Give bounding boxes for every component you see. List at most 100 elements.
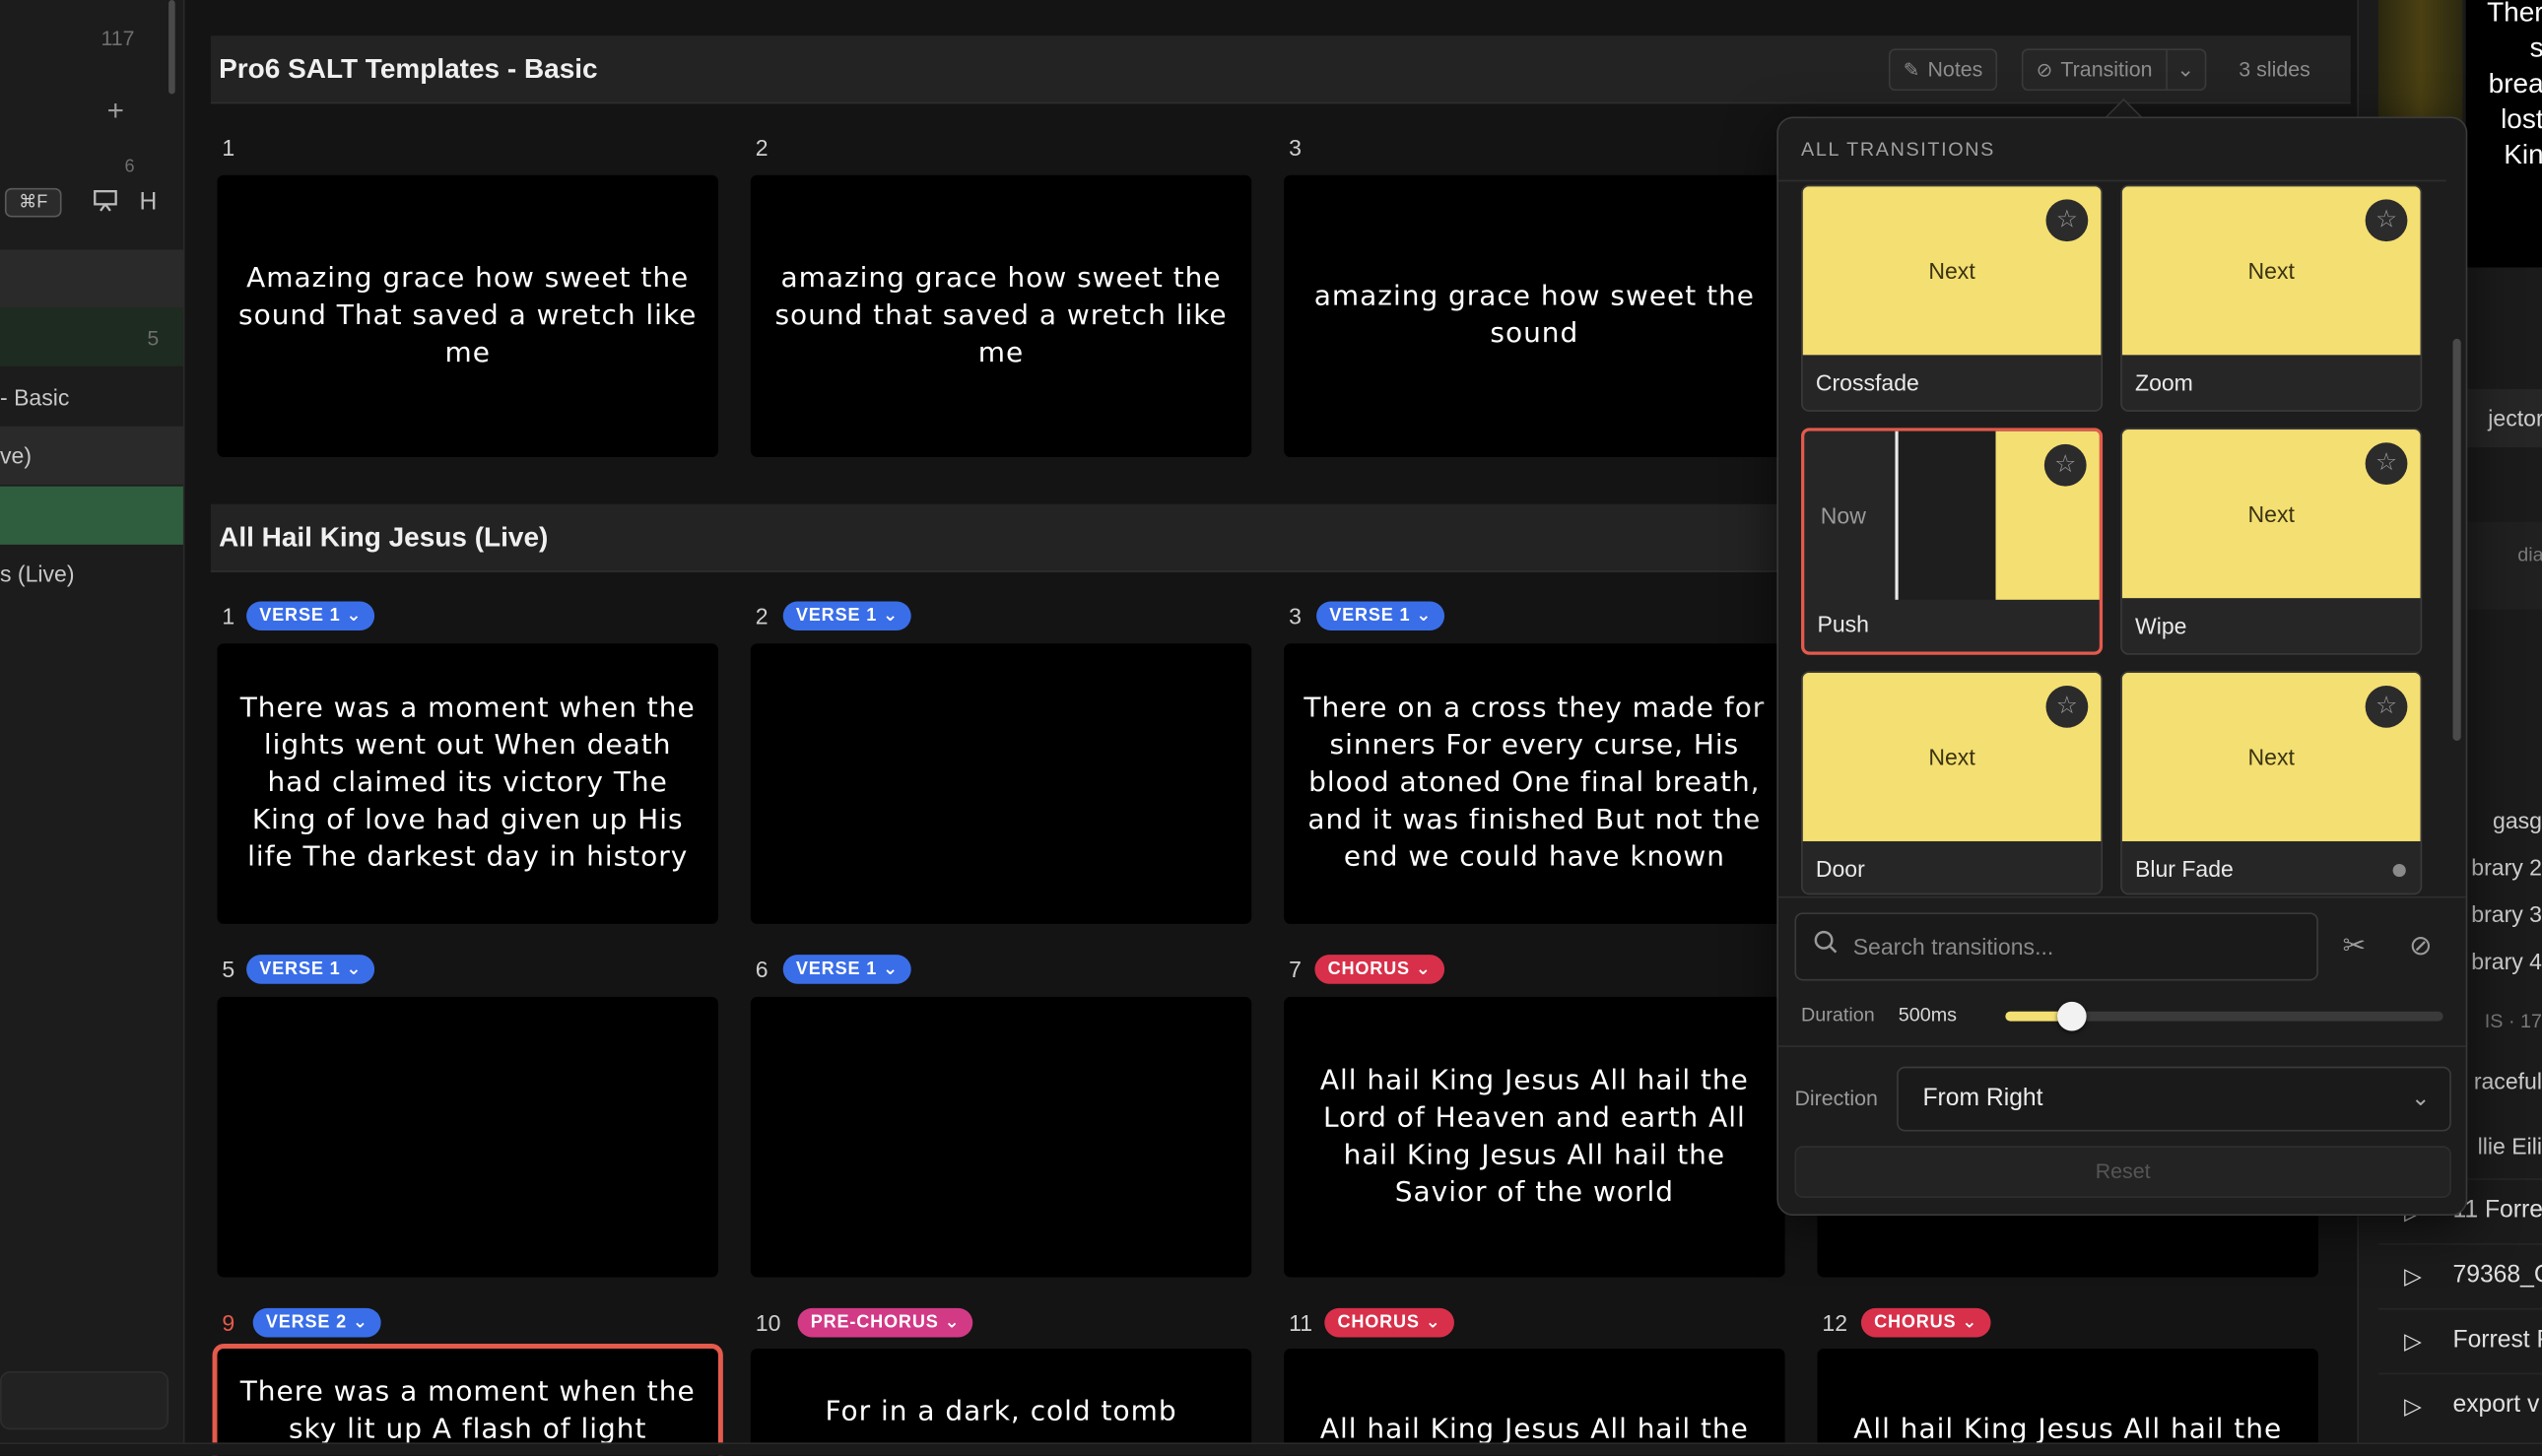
search-transitions-input[interactable]: Search transitions... xyxy=(1794,912,2318,981)
slide-text: There was a moment when the lights went … xyxy=(239,692,696,874)
sidebar-item-basic[interactable]: - Basic xyxy=(0,384,69,410)
slide[interactable]: amazing grace how sweet the sound xyxy=(1284,174,1785,458)
slide-label-badge[interactable]: VERSE 1 ⌄ xyxy=(782,601,912,631)
slide-label-badge[interactable]: CHORUS ⌄ xyxy=(1860,1307,1991,1338)
library-item[interactable]: brary 2 xyxy=(2471,854,2542,880)
media-name: Forrest F xyxy=(2452,1325,2542,1354)
scissors-icon[interactable]: ✂ xyxy=(2343,930,2366,962)
library-item[interactable]: raceful xyxy=(2474,1068,2542,1093)
sidebar-input[interactable] xyxy=(0,1371,169,1430)
slide-label-badge[interactable]: VERSE 1 ⌄ xyxy=(246,955,375,984)
transition-zoom[interactable]: Next ☆ Zoom xyxy=(2120,184,2423,412)
slide-label-badge[interactable]: CHORUS ⌄ xyxy=(1324,1307,1454,1338)
library-item[interactable]: gasg xyxy=(2493,807,2542,832)
presentation-icon[interactable] xyxy=(93,188,118,219)
h-label[interactable]: H xyxy=(140,188,158,216)
slide[interactable]: All hail King Jesus All hail the Lord of… xyxy=(1284,996,1785,1278)
search-shortcut-key[interactable]: ⌘F xyxy=(4,187,62,218)
slide-label-badge[interactable]: VERSE 1 ⌄ xyxy=(1316,601,1445,631)
sidebar-row-active[interactable] xyxy=(0,486,183,545)
star-icon[interactable]: ☆ xyxy=(2045,686,2089,728)
chevron-down-icon[interactable]: ⌄ xyxy=(2165,50,2204,90)
play-icon[interactable]: ▷ xyxy=(2404,1328,2422,1356)
divider xyxy=(1778,895,2466,898)
transition-button[interactable]: ⊘ Transition ⌄ xyxy=(2021,48,2206,92)
slide-number: 3 xyxy=(1289,603,1302,629)
slide-selected[interactable]: There was a moment when the sky lit up A… xyxy=(212,1344,723,1456)
slide-label-badge[interactable]: CHORUS ⌄ xyxy=(1314,955,1444,984)
slide[interactable]: Amazing grace how sweet the sound That s… xyxy=(217,174,718,458)
projector-label: jector xyxy=(2488,405,2542,431)
popover-scrollbar[interactable] xyxy=(2452,338,2461,741)
star-icon[interactable]: ☆ xyxy=(2365,686,2408,728)
reset-button[interactable]: Reset xyxy=(1794,1146,2451,1198)
transition-name: Wipe xyxy=(2134,612,2187,639)
slide-text: There was a moment when the sky lit up A… xyxy=(239,1375,696,1446)
preview-next-label: Next xyxy=(1928,744,1975,770)
media-row[interactable]: ▷ 79368_C xyxy=(2377,1243,2542,1308)
star-icon[interactable]: ☆ xyxy=(2043,443,2087,487)
play-icon[interactable]: ▷ xyxy=(2404,1263,2422,1291)
slide[interactable]: There was a moment when the lights went … xyxy=(217,643,718,924)
notes-label: Notes xyxy=(1927,56,1983,82)
slide[interactable] xyxy=(217,996,718,1278)
star-icon[interactable]: ☆ xyxy=(2045,199,2089,242)
sidebar-row-count: 5 xyxy=(147,325,160,351)
slide[interactable]: For in a dark, cold tomb xyxy=(750,1348,1252,1456)
slide[interactable]: All hail King Jesus All hail the xyxy=(1817,1348,2318,1456)
notes-icon: ✎ xyxy=(1903,58,1920,82)
star-icon[interactable]: ☆ xyxy=(2365,199,2408,242)
sidebar-item-live-2[interactable]: s (Live) xyxy=(0,561,75,586)
transition-door[interactable]: Next ☆ Door xyxy=(1801,671,2104,895)
media-tab[interactable]: dia xyxy=(2465,521,2542,610)
group-header[interactable]: Pro6 SALT Templates - Basic ✎ Notes ⊘ Tran… xyxy=(210,35,2351,104)
transition-name: Door xyxy=(1815,855,1865,883)
slide-text: Amazing grace how sweet the sound That s… xyxy=(238,261,698,369)
sidebar-row-green[interactable]: 5 xyxy=(0,307,183,366)
sidebar-row-selected[interactable] xyxy=(0,249,183,308)
library-item[interactable]: brary 3 xyxy=(2471,901,2542,927)
slide-number: 2 xyxy=(755,603,769,629)
transition-push[interactable]: Now ☆ Push xyxy=(1801,428,2104,655)
add-icon[interactable]: + xyxy=(107,94,124,128)
duration-slider-knob[interactable] xyxy=(2057,1001,2088,1031)
slide-label-badge[interactable]: PRE-CHORUS ⌄ xyxy=(797,1307,973,1338)
library-item[interactable]: brary 4 xyxy=(2471,949,2542,974)
slide-label-badge[interactable]: VERSE 2 ⌄ xyxy=(252,1307,382,1338)
slide[interactable]: amazing grace how sweet the sound that s… xyxy=(750,174,1252,458)
direction-select[interactable]: From Right ⌄ xyxy=(1897,1066,2451,1132)
output-preview: Ther s brea lost Kin xyxy=(2465,0,2542,268)
duration-value: 500ms xyxy=(1898,1003,1958,1026)
status-dot xyxy=(2392,863,2406,878)
transition-wipe[interactable]: Next ☆ Wipe xyxy=(2120,428,2423,655)
slide[interactable] xyxy=(750,643,1252,924)
slide[interactable]: There on a cross they made for sinners F… xyxy=(1284,643,1785,924)
transition-icon: ⊘ xyxy=(2036,58,2053,82)
sidebar-row-live[interactable]: ve) xyxy=(0,426,183,485)
media-name: export v xyxy=(2452,1390,2540,1419)
preview-line: Kin xyxy=(2504,139,2542,170)
library-item[interactable]: llie Eili xyxy=(2478,1133,2542,1158)
play-icon[interactable]: ▷ xyxy=(2404,1392,2422,1420)
slide-text: amazing grace how sweet the sound xyxy=(1313,280,1755,351)
slide-number: 6 xyxy=(755,956,769,983)
transition-blur-fade[interactable]: Next ☆ Blur Fade xyxy=(2120,671,2423,895)
divider xyxy=(1778,179,2446,182)
duration-slider[interactable] xyxy=(2005,1001,2443,1031)
media-row[interactable]: ▷ export v xyxy=(2377,1372,2542,1438)
sidebar-scrollbar[interactable] xyxy=(168,0,175,95)
transition-name: Push xyxy=(1817,611,1870,637)
group-title: All Hail King Jesus (Live) xyxy=(219,521,549,554)
media-row[interactable]: ▷ Forrest F xyxy=(2377,1307,2542,1373)
slide[interactable]: All hail King Jesus All hail the xyxy=(1284,1348,1785,1456)
transition-crossfade[interactable]: Next ☆ Crossfade xyxy=(1801,184,2104,412)
slide-text: For in a dark, cold tomb xyxy=(825,1395,1177,1428)
sidebar-item-live: ve) xyxy=(0,442,33,469)
slide-label-badge[interactable]: VERSE 1 ⌄ xyxy=(782,955,912,984)
slide-label-badge[interactable]: VERSE 1 ⌄ xyxy=(246,601,375,631)
slide[interactable] xyxy=(750,996,1252,1278)
projector-tab[interactable]: jector xyxy=(2465,388,2542,448)
star-icon[interactable]: ☆ xyxy=(2365,442,2408,485)
notes-button[interactable]: ✎ Notes xyxy=(1888,48,1998,92)
transition-link-icon[interactable]: ⊘ xyxy=(2409,930,2432,962)
